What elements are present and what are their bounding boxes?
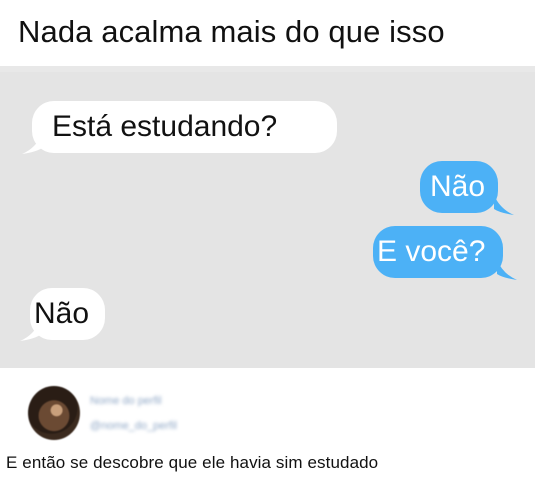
- author-handle-blurred: @nome_do_perfil: [90, 420, 177, 432]
- bubble-tail-incoming: [22, 134, 42, 154]
- message-bubble-outgoing: Não: [420, 161, 498, 213]
- bubble-tail-incoming: [20, 321, 40, 341]
- meme-title: Nada acalma mais do que isso: [18, 14, 445, 49]
- bubble-tail-outgoing: [494, 195, 514, 215]
- message-bubble-outgoing: E você?: [373, 226, 503, 278]
- message-text: Não: [34, 297, 90, 330]
- message-bubble-incoming: Está estudando?: [32, 101, 337, 153]
- bubble-tail-outgoing: [497, 260, 517, 280]
- message-text: Não: [430, 170, 486, 203]
- message-text: Está estudando?: [52, 110, 278, 143]
- message-bubble-incoming: Não: [30, 288, 105, 340]
- avatar: [28, 386, 80, 440]
- post-caption: E então se descobre que ele havia sim es…: [6, 453, 379, 472]
- post-section: [0, 368, 535, 500]
- author-name-blurred: Nome do perfil: [90, 395, 162, 407]
- message-text: E você?: [377, 235, 486, 268]
